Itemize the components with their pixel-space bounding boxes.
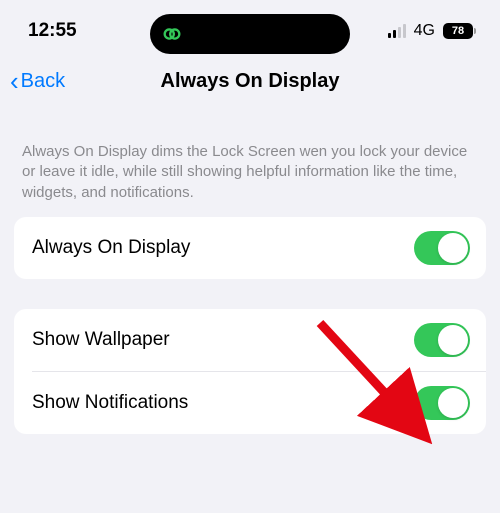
back-button[interactable]: ‹ Back bbox=[10, 68, 65, 94]
row-show-notifications: Show Notifications bbox=[32, 371, 486, 434]
row-label: Always On Display bbox=[32, 237, 190, 259]
row-label: Show Wallpaper bbox=[32, 329, 170, 351]
status-right: 4G 78 bbox=[388, 22, 476, 40]
back-label: Back bbox=[21, 70, 65, 93]
battery-pct: 78 bbox=[452, 25, 464, 37]
row-show-wallpaper: Show Wallpaper bbox=[14, 309, 486, 371]
status-time: 12:55 bbox=[28, 20, 77, 42]
signal-icon bbox=[388, 24, 406, 38]
toggle-show-wallpaper[interactable] bbox=[414, 323, 470, 357]
dynamic-island[interactable] bbox=[150, 14, 350, 54]
settings-group-main: Always On Display bbox=[14, 217, 486, 279]
status-bar: 12:55 4G 78 bbox=[0, 0, 500, 54]
row-label: Show Notifications bbox=[32, 392, 188, 414]
toggle-always-on-display[interactable] bbox=[414, 231, 470, 265]
network-label: 4G bbox=[414, 22, 435, 40]
toggle-knob bbox=[438, 233, 468, 263]
toggle-knob bbox=[438, 325, 468, 355]
linked-app-icon bbox=[160, 22, 184, 46]
nav-bar: ‹ Back Always On Display bbox=[0, 54, 500, 112]
toggle-knob bbox=[438, 388, 468, 418]
row-always-on-display: Always On Display bbox=[14, 217, 486, 279]
page-title: Always On Display bbox=[161, 70, 340, 93]
section-description: Always On Display dims the Lock Screen w… bbox=[0, 112, 500, 217]
toggle-show-notifications[interactable] bbox=[414, 386, 470, 420]
settings-group-options: Show Wallpaper Show Notifications bbox=[14, 309, 486, 434]
battery-icon: 78 bbox=[443, 23, 476, 39]
chevron-left-icon: ‹ bbox=[10, 68, 19, 94]
